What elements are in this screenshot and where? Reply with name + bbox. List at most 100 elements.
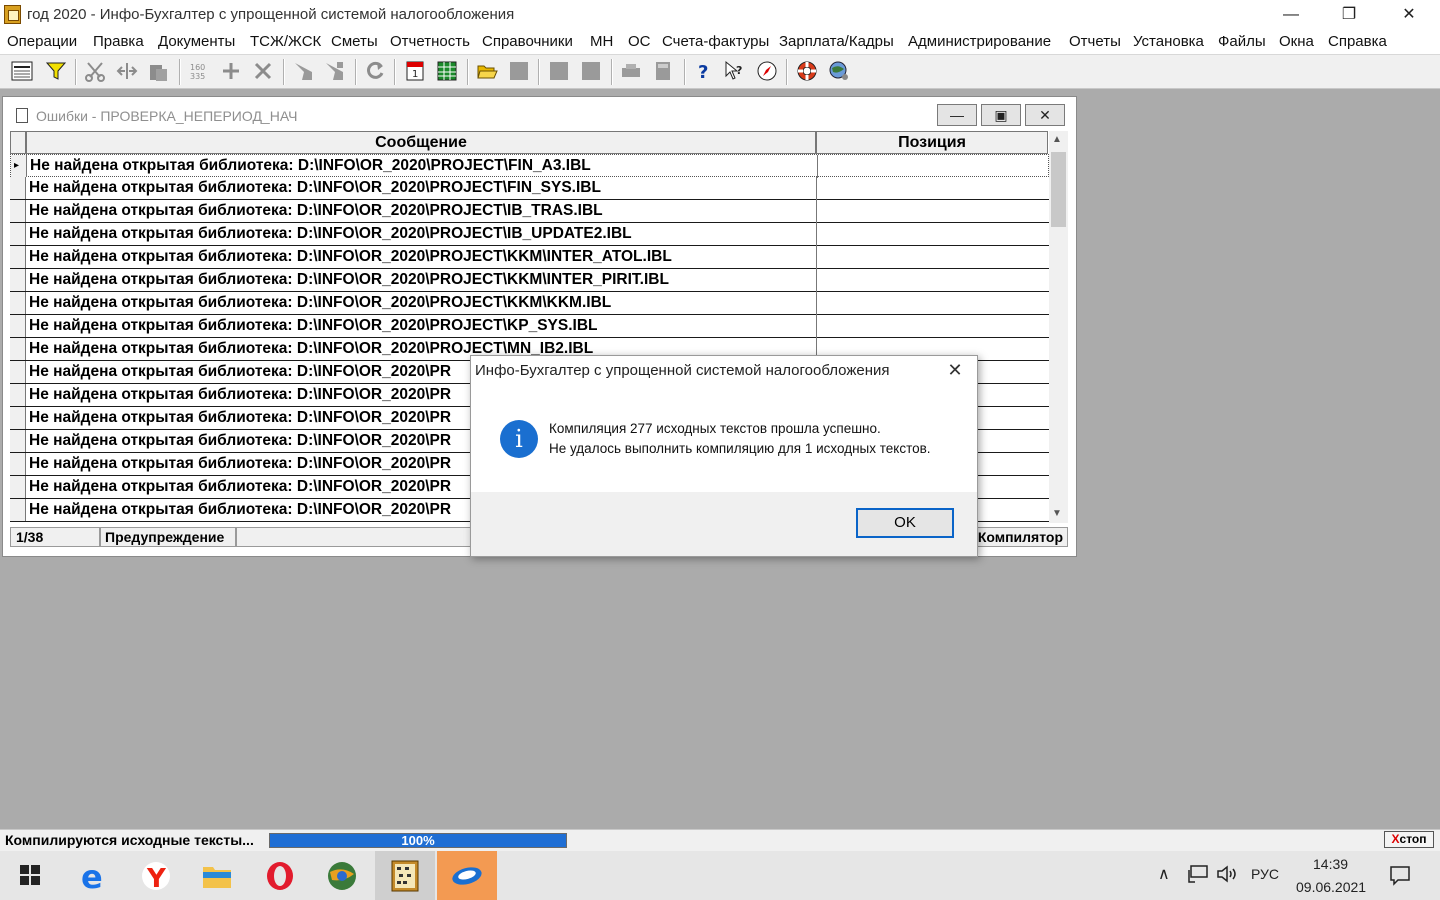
row-message: Не найдена открытая библиотека: D:\INFO\… [30,157,591,174]
infobuh-icon[interactable] [449,862,485,888]
open-folder-icon[interactable] [476,60,498,82]
refresh-icon[interactable] [364,60,386,82]
add-icon[interactable] [220,60,242,82]
row-message: Не найдена открытая библиотека: D:\INFO\… [29,271,669,288]
edge-icon[interactable]: e [78,860,110,892]
lifebuoy-icon[interactable] [796,60,818,82]
column-header-position[interactable]: Позиция [816,131,1048,154]
errors-window-title: Ошибки - ПРОВЕРКА_НЕПЕРИОД_НАЧ [36,108,298,124]
delete-icon[interactable] [252,60,274,82]
unpost-icon[interactable] [323,60,345,82]
cut-icon[interactable] [84,60,106,82]
close-button[interactable]: ✕ [1386,0,1432,30]
opera-icon[interactable] [264,860,296,892]
menu-estimates[interactable]: Сметы [331,33,378,50]
tray-chevron-up-icon[interactable]: ∧ [1158,864,1170,884]
menu-os[interactable]: ОС [628,33,651,50]
column-header-message[interactable]: Сообщение [26,131,816,154]
paste-icon[interactable] [147,60,169,82]
calculator-icon[interactable] [652,60,674,82]
column-divider [817,155,818,178]
app-icon[interactable] [4,5,21,24]
clock-date[interactable]: 09.06.2021 [1296,879,1366,895]
restore-button[interactable]: ❐ [1326,0,1372,30]
row-indicator [10,476,26,498]
ok-button[interactable]: OK [856,508,954,538]
abacus-icon[interactable] [391,860,419,892]
toolbar-separator [538,59,540,85]
status-text: Компилируются исходные тексты... [5,832,254,848]
toolbar [0,55,1440,89]
table-row[interactable]: Не найдена открытая библиотека: D:\INFO\… [10,269,1049,292]
menu-setup[interactable]: Установка [1133,33,1204,50]
explorer-icon[interactable] [202,862,232,890]
post-icon[interactable] [292,60,314,82]
menu-documents[interactable]: Документы [158,33,235,50]
mdi-minimize-button[interactable]: — [937,104,977,126]
compass-icon[interactable] [756,60,778,82]
menu-tszh[interactable]: ТСЖ/ЖСК [250,33,321,50]
context-help-icon[interactable]: ? [724,60,746,82]
menu-administration[interactable]: Администрирование [908,33,1051,50]
print-icon[interactable] [620,60,642,82]
menu-invoices[interactable]: Счета-фактуры [662,33,769,50]
menu-files[interactable]: Файлы [1218,33,1266,50]
row-message: Не найдена открытая библиотека: D:\INFO\… [29,179,601,196]
table-row[interactable]: Не найдена открытая библиотека: D:\INFO\… [10,315,1049,338]
table-row[interactable]: Не найдена открытая библиотека: D:\INFO\… [10,177,1049,200]
scrollbar-thumb[interactable] [1051,152,1066,227]
dialog-close-icon[interactable]: ✕ [940,357,970,383]
mdi-close-button[interactable]: ✕ [1025,104,1065,126]
calendar-icon[interactable]: 1 [404,60,426,82]
document-icon [16,108,28,123]
row-indicator [10,453,26,475]
scroll-up-arrow-icon[interactable]: ▲ [1052,134,1062,145]
column-divider [816,315,817,338]
spreadsheet-icon[interactable] [436,60,458,82]
clock-time[interactable]: 14:39 [1313,856,1348,872]
menu-payroll[interactable]: Зарплата/Кадры [779,33,894,50]
document-icon[interactable] [548,60,570,82]
toolbar-separator [179,59,181,85]
scroll-down-arrow-icon[interactable]: ▼ [1052,508,1062,519]
dialog-message-line1: Компиляция 277 исходных текстов прошла у… [549,421,881,436]
filter-icon[interactable] [45,60,67,82]
menu-directories[interactable]: Справочники [482,33,573,50]
table-row[interactable]: Не найдена открытая библиотека: D:\INFO\… [10,223,1049,246]
globe-icon[interactable] [828,60,850,82]
numbering-icon[interactable]: 160335 [188,60,210,82]
mdi-maximize-button[interactable]: ▣ [981,104,1021,126]
volume-icon[interactable] [1216,864,1240,884]
menu-reporting[interactable]: Отчетность [390,33,470,50]
table-row[interactable]: Не найдена открытая библиотека: D:\INFO\… [10,200,1049,223]
table-row[interactable]: ▸ Не найдена открытая библиотека: D:\INFO… [10,154,1049,178]
menu-windows[interactable]: Окна [1279,33,1314,50]
table-row[interactable]: Не найдена открытая библиотека: D:\INFO\… [10,292,1049,315]
network-icon[interactable] [1187,864,1209,884]
stop-button[interactable]: Xстоп [1384,831,1434,848]
language-indicator[interactable]: РУС [1251,866,1279,882]
toolbar-separator [611,59,613,85]
save-icon[interactable] [508,60,530,82]
table-row[interactable]: Не найдена открытая библиотека: D:\INFO\… [10,246,1049,269]
row-message: Не найдена открытая библиотека: D:\INFO\… [29,202,603,219]
help-icon[interactable]: ? [693,60,715,82]
menu-mn[interactable]: МН [590,33,613,50]
browser-icon[interactable] [326,860,358,892]
menu-operations[interactable]: Операции [7,33,77,50]
menu-help[interactable]: Справка [1328,33,1387,50]
menu-reports[interactable]: Отчеты [1069,33,1121,50]
row-message: Не найдена открытая библиотека: D:\INFO\… [29,317,598,334]
journal-icon[interactable] [11,60,33,82]
document-copy-icon[interactable] [580,60,602,82]
start-icon[interactable] [20,865,40,885]
split-icon[interactable] [116,60,138,82]
notifications-icon[interactable] [1389,864,1411,886]
yandex-icon[interactable]: Y [140,860,172,892]
row-indicator [10,430,26,452]
row-indicator [10,315,26,337]
dialog-message-line2: Не удалось выполнить компиляцию для 1 ис… [549,441,931,456]
row-indicator [10,292,26,314]
menu-edit[interactable]: Правка [93,33,144,50]
minimize-button[interactable]: — [1268,0,1314,30]
